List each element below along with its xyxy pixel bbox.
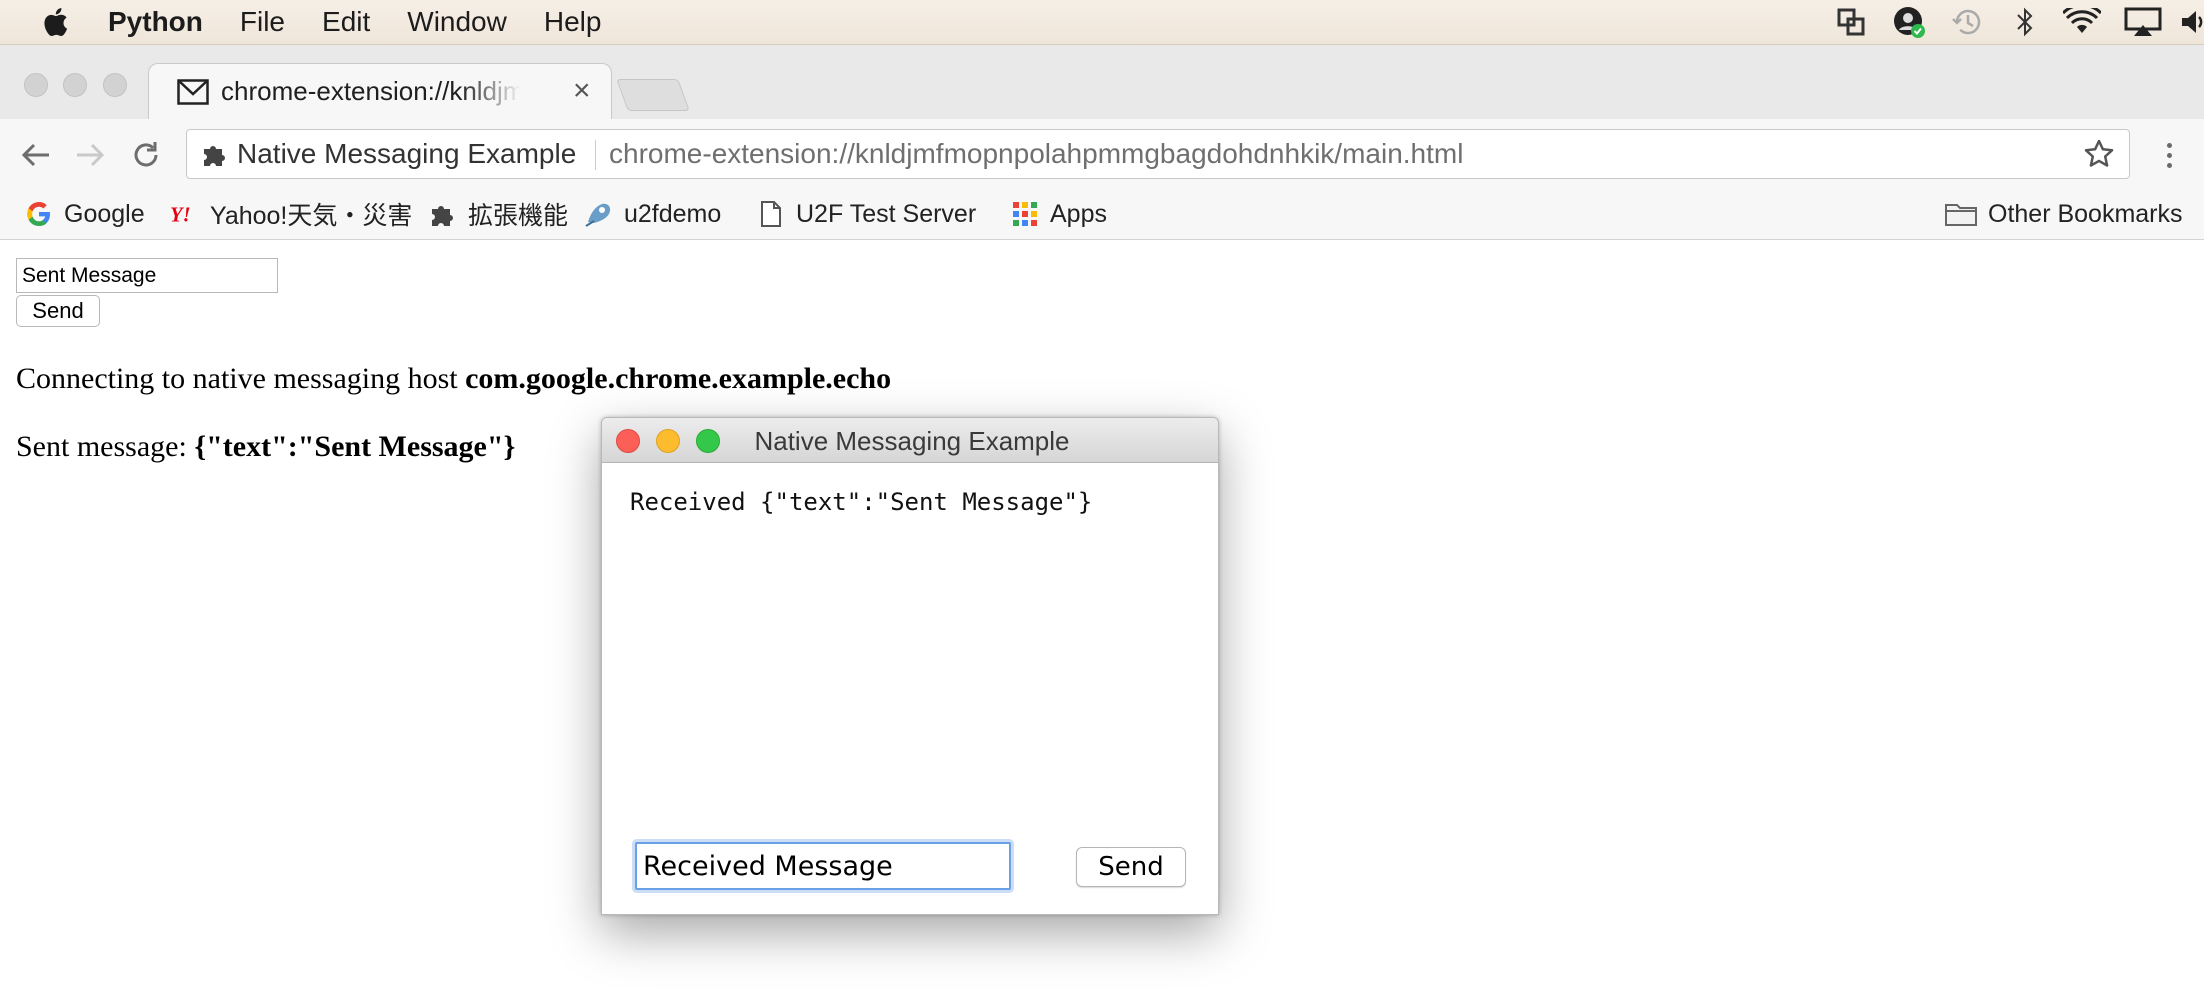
- native-host-window: Native Messaging Example Received {"text…: [601, 417, 1219, 915]
- other-bookmarks[interactable]: Other Bookmarks: [1944, 197, 2183, 231]
- bookmark-google[interactable]: Google: [24, 197, 145, 231]
- profile-check-icon[interactable]: [1892, 0, 1926, 44]
- chrome-menu-icon[interactable]: [2154, 137, 2184, 173]
- extension-puzzle-icon: [201, 140, 229, 168]
- wifi-icon[interactable]: [2062, 0, 2102, 44]
- dialog-send-button[interactable]: Send: [1076, 847, 1186, 887]
- tab-active[interactable]: chrome-extension://knldjmfmopnpolahpmmgb…: [148, 63, 612, 121]
- tab-strip: chrome-extension://knldjmfmopnpolahpmmgb…: [0, 45, 2204, 121]
- bookmark-apps[interactable]: Apps: [1010, 197, 1107, 231]
- tab-close-icon[interactable]: ×: [573, 74, 591, 108]
- new-tab-button[interactable]: [616, 79, 690, 111]
- bookmarks-bar: Google Y! Yahoo!天気・災害 拡張機能 u2fdemo U2F T…: [0, 189, 2204, 240]
- host-name: com.google.chrome.example.echo: [465, 362, 892, 395]
- apple-icon[interactable]: [40, 6, 70, 38]
- apps-grid-icon: [1010, 199, 1040, 229]
- menu-window[interactable]: Window: [407, 0, 507, 44]
- bookmark-label: 拡張機能: [468, 202, 569, 230]
- bookmark-yahoo[interactable]: Y! Yahoo!天気・災害: [170, 197, 412, 231]
- bookmark-star-icon[interactable]: [2083, 138, 2115, 170]
- bookmark-label: u2fdemo: [624, 199, 722, 228]
- browser-toolbar: Native Messaging Example chrome-extensio…: [0, 119, 2204, 189]
- bookmark-label: Google: [64, 199, 145, 228]
- folder-icon: [1944, 199, 1978, 229]
- url-text[interactable]: chrome-extension://knldjmfmopnpolahpmmgb…: [609, 138, 1463, 170]
- menu-file[interactable]: File: [240, 0, 285, 44]
- google-icon: [24, 199, 54, 229]
- send-button[interactable]: Send: [16, 295, 100, 327]
- dialog-titlebar[interactable]: Native Messaging Example: [602, 418, 1218, 463]
- back-icon[interactable]: [18, 137, 54, 173]
- bluetooth-icon[interactable]: [2014, 0, 2036, 44]
- status-connecting: Connecting to native messaging host com.…: [16, 362, 891, 396]
- u2f-icon: [584, 199, 614, 229]
- puzzle-icon: [428, 199, 458, 229]
- svg-text:Y!: Y!: [170, 205, 191, 227]
- reload-icon[interactable]: [128, 137, 164, 173]
- bookmark-extensions[interactable]: 拡張機能: [428, 197, 568, 231]
- reply-input[interactable]: [635, 842, 1011, 890]
- time-machine-icon[interactable]: [1950, 0, 1986, 44]
- bookmark-label: Yahoo!天気・災害: [210, 202, 413, 230]
- bookmark-u2fdemo[interactable]: u2fdemo: [584, 197, 721, 231]
- received-log: Received {"text":"Sent Message"}: [630, 488, 1093, 516]
- volume-icon[interactable]: [2180, 0, 2204, 44]
- bookmark-u2f-test-server[interactable]: U2F Test Server: [756, 197, 976, 231]
- status-sent-prefix: Sent message:: [16, 430, 195, 463]
- bookmark-label: Apps: [1050, 199, 1107, 228]
- window-zoom-button[interactable]: [103, 73, 127, 97]
- window-close-button[interactable]: [24, 73, 48, 97]
- yahoo-icon: Y!: [170, 199, 200, 229]
- menu-help[interactable]: Help: [544, 0, 602, 44]
- address-bar[interactable]: Native Messaging Example chrome-extensio…: [186, 129, 2130, 179]
- page-icon: [756, 199, 786, 229]
- status-area: [1836, 0, 2204, 44]
- tab-title: chrome-extension://knldjmfmopnpolahpmmgb…: [221, 76, 521, 106]
- macos-menu-bar: Python File Edit Window Help: [0, 0, 2204, 45]
- site-chip-label: Native Messaging Example: [237, 138, 577, 169]
- menu-edit[interactable]: Edit: [322, 0, 370, 44]
- forward-icon[interactable]: [72, 137, 108, 173]
- other-bookmarks-label: Other Bookmarks: [1988, 199, 2183, 228]
- message-input[interactable]: [16, 258, 278, 293]
- window-switch-icon[interactable]: [1836, 0, 1866, 44]
- window-minimize-button[interactable]: [63, 73, 87, 97]
- bookmark-label: U2F Test Server: [796, 199, 977, 228]
- omnibox-divider: [595, 140, 596, 170]
- status-sent: Sent message: {"text":"Sent Message"}: [16, 430, 515, 464]
- airplay-icon[interactable]: [2124, 0, 2162, 44]
- sent-payload: {"text":"Sent Message"}: [194, 430, 516, 463]
- dialog-title: Native Messaging Example: [754, 426, 1070, 456]
- status-connecting-prefix: Connecting to native messaging host: [16, 362, 466, 395]
- mail-icon: [177, 79, 209, 105]
- menu-app-name[interactable]: Python: [108, 0, 203, 44]
